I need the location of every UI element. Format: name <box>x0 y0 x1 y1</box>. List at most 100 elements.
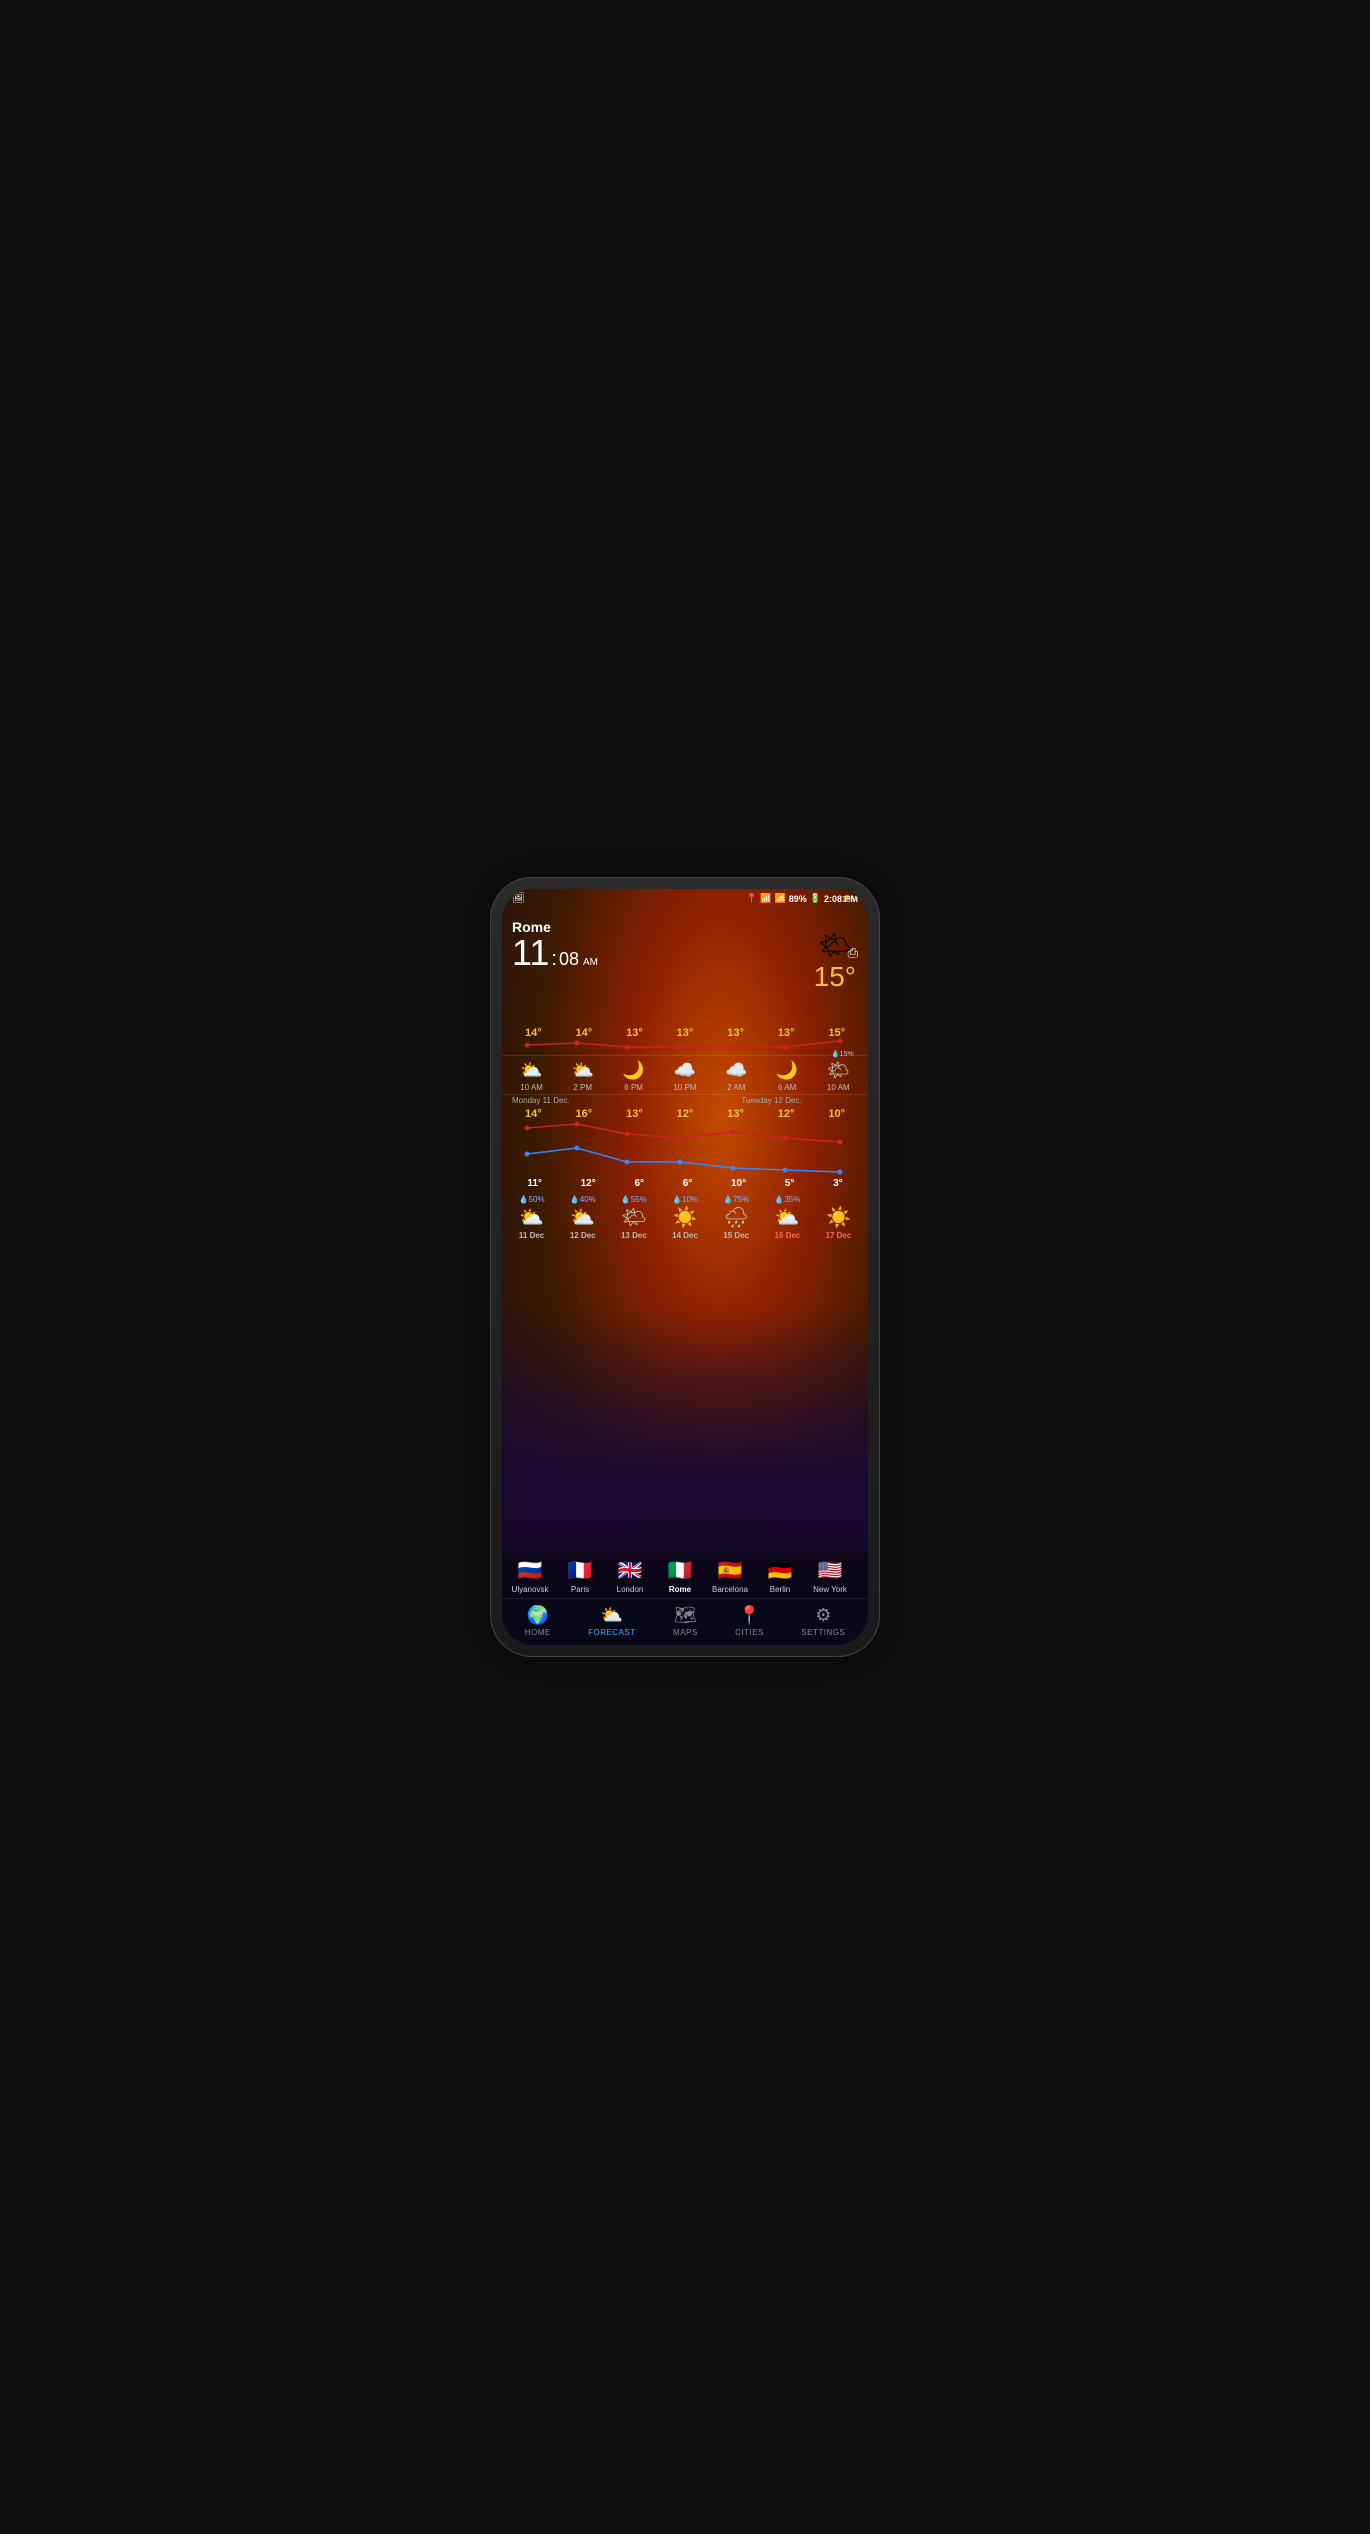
temp-h4: 13° <box>727 1027 744 1039</box>
date-label-tue: Tuesday 12 Dec. <box>685 1096 858 1105</box>
city-name-barcelona: Barcelona <box>712 1585 748 1594</box>
image-icon: 🖼 <box>512 893 525 904</box>
forecast-icon-4: 🌧 <box>724 1205 749 1230</box>
temp-h1: 14° <box>576 1027 593 1039</box>
forecast-date-1: 12 Dec <box>570 1231 596 1240</box>
forecast-date-4: 15 Dec <box>723 1231 749 1240</box>
city-name-newyork: New York <box>813 1585 847 1594</box>
daily-low-2: 6° <box>634 1178 644 1189</box>
battery-pct: 89% <box>789 894 807 904</box>
date-label-mon: Monday 11 Dec. <box>512 1096 685 1105</box>
city-flag-newyork[interactable]: 🇺🇸 New York <box>808 1556 852 1594</box>
time-minutes: 08 <box>559 949 579 970</box>
hourly-icon-6: 🌤 <box>827 1060 850 1081</box>
daily-temps-chart: 14° 16° 13° 12° 13° 12° 10° <box>502 1106 868 1191</box>
phone-screen: 🖼 📍 📶 📶 89% 🔋 2:08 PM Rome 11 : <box>502 889 868 1645</box>
city-flag-london[interactable]: 🇬🇧 London <box>608 1556 652 1594</box>
forecast-date-6: 17 Dec <box>826 1231 852 1240</box>
city-flag-paris[interactable]: 🇫🇷 Paris <box>558 1556 602 1594</box>
nav-settings[interactable]: ⚙ SETTINGS <box>801 1605 845 1637</box>
hourly-6: 💧15% 🌤 10 AM <box>827 1060 850 1092</box>
daily-high-1: 16° <box>576 1108 593 1120</box>
forecast-date-3: 14 Dec <box>672 1231 698 1240</box>
city-name-rome: Rome <box>669 1585 691 1594</box>
forecast-pct-0: 💧50% <box>519 1195 545 1204</box>
flag-berlin: 🇩🇪 <box>761 1556 799 1584</box>
hourly-time-0: 10 AM <box>520 1083 543 1092</box>
forecast-pct-2: 💧55% <box>621 1195 647 1204</box>
nav-cities-icon: 📍 <box>738 1605 760 1626</box>
daily-high-3: 12° <box>677 1108 694 1120</box>
bottom-nav: 🌍 HOME ⛅ FORECAST 🗺 MAPS 📍 CITIES ⚙ <box>502 1598 868 1645</box>
daily-low-1: 12° <box>581 1178 596 1189</box>
nav-settings-label: SETTINGS <box>801 1628 845 1637</box>
current-weather-display: 🌤 15° <box>814 930 856 993</box>
hourly-icon-6-wrap: 💧15% 🌤 <box>827 1060 850 1081</box>
city-flags-row: 🇷🇺 Ulyanovsk 🇫🇷 Paris 🇬🇧 London 🇮🇹 Rome <box>502 1552 868 1598</box>
daily-low-3: 6° <box>683 1178 693 1189</box>
time-hour: 11 <box>512 935 549 971</box>
nav-forecast[interactable]: ⛅ FORECAST <box>588 1605 636 1637</box>
forecast-day-6: 💧 ☀️ 17 Dec <box>826 1195 852 1240</box>
city-flag-rome[interactable]: 🇮🇹 Rome <box>658 1556 702 1594</box>
hourly-time-6: 10 AM <box>827 1083 850 1092</box>
nav-maps-label: MAPS <box>673 1628 698 1637</box>
hourly-icon-3: ☁️ <box>674 1060 696 1081</box>
nav-home[interactable]: 🌍 HOME <box>525 1605 551 1637</box>
forecast-day-3: 💧10% ☀️ 14 Dec <box>672 1195 698 1240</box>
hourly-temps-section: 14° 14° 13° 13° 13° 13° 15° <box>502 1025 868 1055</box>
daily-high-2: 13° <box>626 1108 643 1120</box>
city-flag-ulyanovsk[interactable]: 🇷🇺 Ulyanovsk <box>508 1556 552 1594</box>
city-flag-barcelona[interactable]: 🇪🇸 Barcelona <box>708 1556 752 1594</box>
forecast-icon-3: ☀️ <box>673 1205 698 1230</box>
dual-line-chart <box>502 1120 868 1175</box>
forecast-day-5: 💧35% ⛅ 16 Dec <box>774 1195 800 1240</box>
status-bar: 🖼 📍 📶 📶 89% 🔋 2:08 PM <box>502 889 868 908</box>
flag-rome: 🇮🇹 <box>661 1556 699 1584</box>
forecast-day-0: 💧50% ⛅ 11 Dec <box>519 1195 545 1240</box>
daily-low-5: 5° <box>785 1178 795 1189</box>
forecast-icon-1: ⛅ <box>570 1205 595 1230</box>
flag-newyork: 🇺🇸 <box>811 1556 849 1584</box>
flag-paris: 🇫🇷 <box>561 1556 599 1584</box>
forecast-date-5: 16 Dec <box>774 1231 800 1240</box>
temp-h5: 13° <box>778 1027 795 1039</box>
hourly-5: 🌙 6 AM <box>776 1060 798 1092</box>
forecast-date-0: 11 Dec <box>519 1231 544 1240</box>
city-flag-berlin[interactable]: 🇩🇪 Berlin <box>758 1556 802 1594</box>
hourly-time-3: 10 PM <box>673 1083 696 1092</box>
daily-high-4: 13° <box>727 1108 744 1120</box>
flag-london: 🇬🇧 <box>611 1556 649 1584</box>
nav-maps[interactable]: 🗺 MAPS <box>673 1605 698 1637</box>
signal-icon: 📶 <box>775 893 786 904</box>
city-name-berlin: Berlin <box>770 1585 790 1594</box>
hourly-time-1: 2 PM <box>573 1083 592 1092</box>
flag-ulyanovsk: 🇷🇺 <box>511 1556 549 1584</box>
current-temp: 15° <box>814 961 856 993</box>
status-right: 📍 📶 📶 89% 🔋 2:08 PM <box>746 893 858 904</box>
temp-h6: 15° <box>828 1027 845 1039</box>
nav-forecast-icon: ⛅ <box>601 1605 623 1626</box>
daily-low-0: 11° <box>527 1178 542 1189</box>
forecast-pct-1: 💧40% <box>570 1195 596 1204</box>
nav-cities-label: CITIES <box>735 1628 764 1637</box>
forecast-pct-4: 💧75% <box>723 1195 749 1204</box>
nav-cities[interactable]: 📍 CITIES <box>735 1605 764 1637</box>
sun-cloud-icon: 🌤 <box>814 930 856 961</box>
status-left: 🖼 <box>512 893 525 904</box>
hourly-icon-0: ⛅ <box>520 1060 542 1081</box>
precip-badge: 💧15% <box>831 1050 854 1058</box>
time-row: 11 : 08 AM ⎙ <box>512 935 858 971</box>
hourly-time-4: 2 AM <box>727 1083 745 1092</box>
nav-home-label: HOME <box>525 1628 551 1637</box>
nav-settings-icon: ⚙ <box>815 1605 831 1626</box>
forecast-icon-5: ⛅ <box>775 1205 800 1230</box>
time-colon: : <box>551 948 557 971</box>
hourly-icon-5: 🌙 <box>776 1060 798 1081</box>
daily-high-5: 12° <box>778 1108 795 1120</box>
temp-h3: 13° <box>677 1027 694 1039</box>
forecast-day-1: 💧40% ⛅ 12 Dec <box>570 1195 596 1240</box>
daily-high-temps: 14° 16° 13° 12° 13° 12° 10° <box>502 1106 868 1120</box>
hourly-icon-4: ☁️ <box>725 1060 747 1081</box>
phone-frame: 🖼 📍 📶 📶 89% 🔋 2:08 PM Rome 11 : <box>490 877 880 1657</box>
